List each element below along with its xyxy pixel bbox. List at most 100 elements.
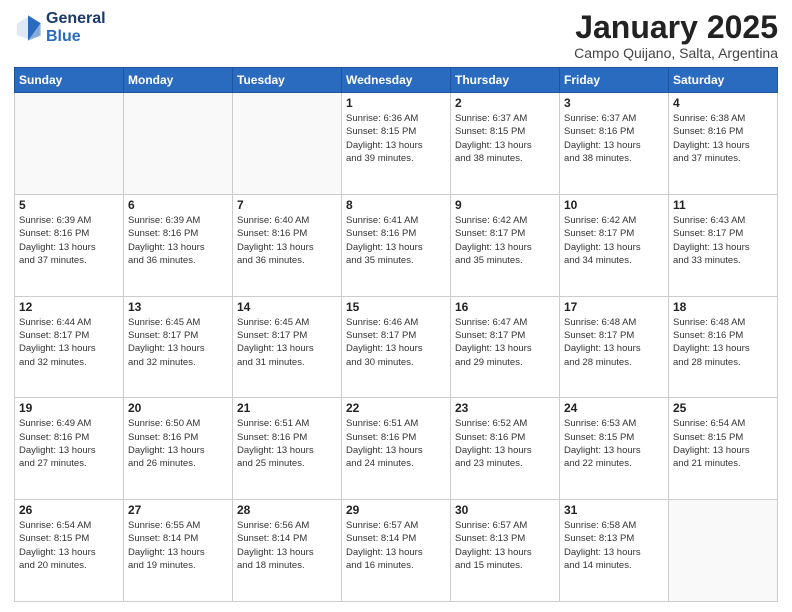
day-number: 14 [237,300,337,314]
calendar-cell: 10Sunrise: 6:42 AM Sunset: 8:17 PM Dayli… [560,194,669,296]
day-number: 7 [237,198,337,212]
day-number: 21 [237,401,337,415]
day-info: Sunrise: 6:49 AM Sunset: 8:16 PM Dayligh… [19,417,119,470]
calendar-cell: 20Sunrise: 6:50 AM Sunset: 8:16 PM Dayli… [124,398,233,500]
day-number: 1 [346,96,446,110]
day-info: Sunrise: 6:47 AM Sunset: 8:17 PM Dayligh… [455,316,555,369]
day-info: Sunrise: 6:39 AM Sunset: 8:16 PM Dayligh… [128,214,228,267]
day-number: 5 [19,198,119,212]
calendar-cell: 6 Sunrise: 6:39 AM Sunset: 8:16 PM Daylig… [124,194,233,296]
day-info: Sunrise: 6:45 AM Sunset: 8:17 PM Dayligh… [237,316,337,369]
subtitle: Campo Quijano, Salta, Argentina [574,45,778,61]
day-info: Sunrise: 6:46 AM Sunset: 8:17 PM Dayligh… [346,316,446,369]
day-number: 12 [19,300,119,314]
day-number: 26 [19,503,119,517]
logo-icon [14,14,42,42]
day-number: 17 [564,300,664,314]
calendar-cell [669,500,778,602]
weekday-header: Saturday [669,68,778,93]
main-title: January 2025 [574,10,778,45]
day-info: Sunrise: 6:38 AM Sunset: 8:16 PM Dayligh… [673,112,773,165]
calendar-cell: 21 Sunrise: 6:51 AM Sunset: 8:16 PM Dayli… [233,398,342,500]
day-number: 16 [455,300,555,314]
day-info: Sunrise: 6:41 AM Sunset: 8:16 PM Dayligh… [346,214,446,267]
day-number: 22 [346,401,446,415]
day-info: Sunrise: 6:48 AM Sunset: 8:16 PM Dayligh… [673,316,773,369]
calendar-week-row: 19 Sunrise: 6:49 AM Sunset: 8:16 PM Dayli… [15,398,778,500]
calendar-cell: 8 Sunrise: 6:41 AM Sunset: 8:16 PM Daylig… [342,194,451,296]
weekday-header: Thursday [451,68,560,93]
calendar-cell: 3Sunrise: 6:37 AM Sunset: 8:16 PM Daylig… [560,93,669,195]
day-info: Sunrise: 6:45 AM Sunset: 8:17 PM Dayligh… [128,316,228,369]
day-info: Sunrise: 6:44 AM Sunset: 8:17 PM Dayligh… [19,316,119,369]
day-info: Sunrise: 6:39 AM Sunset: 8:16 PM Dayligh… [19,214,119,267]
calendar-cell: 26 Sunrise: 6:54 AM Sunset: 8:15 PM Dayli… [15,500,124,602]
day-info: Sunrise: 6:54 AM Sunset: 8:15 PM Dayligh… [19,519,119,572]
calendar-cell: 13 Sunrise: 6:45 AM Sunset: 8:17 PM Dayli… [124,296,233,398]
calendar-cell: 4Sunrise: 6:38 AM Sunset: 8:16 PM Daylig… [669,93,778,195]
calendar-cell: 7 Sunrise: 6:40 AM Sunset: 8:16 PM Daylig… [233,194,342,296]
calendar-table: SundayMondayTuesdayWednesdayThursdayFrid… [14,67,778,602]
page: General Blue January 2025 Campo Quijano,… [0,0,792,612]
day-number: 11 [673,198,773,212]
day-number: 3 [564,96,664,110]
day-number: 24 [564,401,664,415]
day-info: Sunrise: 6:37 AM Sunset: 8:15 PM Dayligh… [455,112,555,165]
day-info: Sunrise: 6:36 AM Sunset: 8:15 PM Dayligh… [346,112,446,165]
day-number: 29 [346,503,446,517]
calendar-cell: 27 Sunrise: 6:55 AM Sunset: 8:14 PM Dayli… [124,500,233,602]
calendar-body: 1 Sunrise: 6:36 AM Sunset: 8:15 PM Daylig… [15,93,778,602]
calendar-cell: 14 Sunrise: 6:45 AM Sunset: 8:17 PM Dayli… [233,296,342,398]
day-info: Sunrise: 6:54 AM Sunset: 8:15 PM Dayligh… [673,417,773,470]
calendar-cell [233,93,342,195]
day-number: 20 [128,401,228,415]
day-info: Sunrise: 6:57 AM Sunset: 8:13 PM Dayligh… [455,519,555,572]
day-info: Sunrise: 6:57 AM Sunset: 8:14 PM Dayligh… [346,519,446,572]
day-info: Sunrise: 6:43 AM Sunset: 8:17 PM Dayligh… [673,214,773,267]
day-info: Sunrise: 6:53 AM Sunset: 8:15 PM Dayligh… [564,417,664,470]
title-block: January 2025 Campo Quijano, Salta, Argen… [574,10,778,61]
calendar-cell: 1 Sunrise: 6:36 AM Sunset: 8:15 PM Daylig… [342,93,451,195]
day-info: Sunrise: 6:51 AM Sunset: 8:16 PM Dayligh… [237,417,337,470]
day-number: 19 [19,401,119,415]
calendar-cell: 22 Sunrise: 6:51 AM Sunset: 8:16 PM Dayli… [342,398,451,500]
day-info: Sunrise: 6:52 AM Sunset: 8:16 PM Dayligh… [455,417,555,470]
calendar-header: SundayMondayTuesdayWednesdayThursdayFrid… [15,68,778,93]
calendar-cell: 9Sunrise: 6:42 AM Sunset: 8:17 PM Daylig… [451,194,560,296]
day-number: 18 [673,300,773,314]
day-info: Sunrise: 6:40 AM Sunset: 8:16 PM Dayligh… [237,214,337,267]
calendar-cell: 11 Sunrise: 6:43 AM Sunset: 8:17 PM Dayli… [669,194,778,296]
day-info: Sunrise: 6:51 AM Sunset: 8:16 PM Dayligh… [346,417,446,470]
calendar-cell: 19 Sunrise: 6:49 AM Sunset: 8:16 PM Dayli… [15,398,124,500]
day-number: 25 [673,401,773,415]
calendar-cell: 12 Sunrise: 6:44 AM Sunset: 8:17 PM Dayli… [15,296,124,398]
day-number: 15 [346,300,446,314]
calendar-week-row: 5 Sunrise: 6:39 AM Sunset: 8:16 PM Daylig… [15,194,778,296]
day-number: 9 [455,198,555,212]
calendar-cell [15,93,124,195]
weekday-header: Sunday [15,68,124,93]
calendar-week-row: 26 Sunrise: 6:54 AM Sunset: 8:15 PM Dayli… [15,500,778,602]
day-number: 6 [128,198,228,212]
day-number: 2 [455,96,555,110]
weekday-header: Monday [124,68,233,93]
day-info: Sunrise: 6:42 AM Sunset: 8:17 PM Dayligh… [564,214,664,267]
calendar-cell: 28 Sunrise: 6:56 AM Sunset: 8:14 PM Dayli… [233,500,342,602]
weekday-row: SundayMondayTuesdayWednesdayThursdayFrid… [15,68,778,93]
day-number: 13 [128,300,228,314]
day-number: 27 [128,503,228,517]
day-info: Sunrise: 6:56 AM Sunset: 8:14 PM Dayligh… [237,519,337,572]
weekday-header: Tuesday [233,68,342,93]
calendar-cell [124,93,233,195]
calendar-cell: 5 Sunrise: 6:39 AM Sunset: 8:16 PM Daylig… [15,194,124,296]
calendar-cell: 23Sunrise: 6:52 AM Sunset: 8:16 PM Dayli… [451,398,560,500]
weekday-header: Wednesday [342,68,451,93]
day-number: 31 [564,503,664,517]
calendar-week-row: 1 Sunrise: 6:36 AM Sunset: 8:15 PM Daylig… [15,93,778,195]
day-number: 8 [346,198,446,212]
day-info: Sunrise: 6:55 AM Sunset: 8:14 PM Dayligh… [128,519,228,572]
calendar-cell: 25 Sunrise: 6:54 AM Sunset: 8:15 PM Dayli… [669,398,778,500]
calendar-cell: 30Sunrise: 6:57 AM Sunset: 8:13 PM Dayli… [451,500,560,602]
calendar-cell: 16 Sunrise: 6:47 AM Sunset: 8:17 PM Dayli… [451,296,560,398]
day-number: 28 [237,503,337,517]
